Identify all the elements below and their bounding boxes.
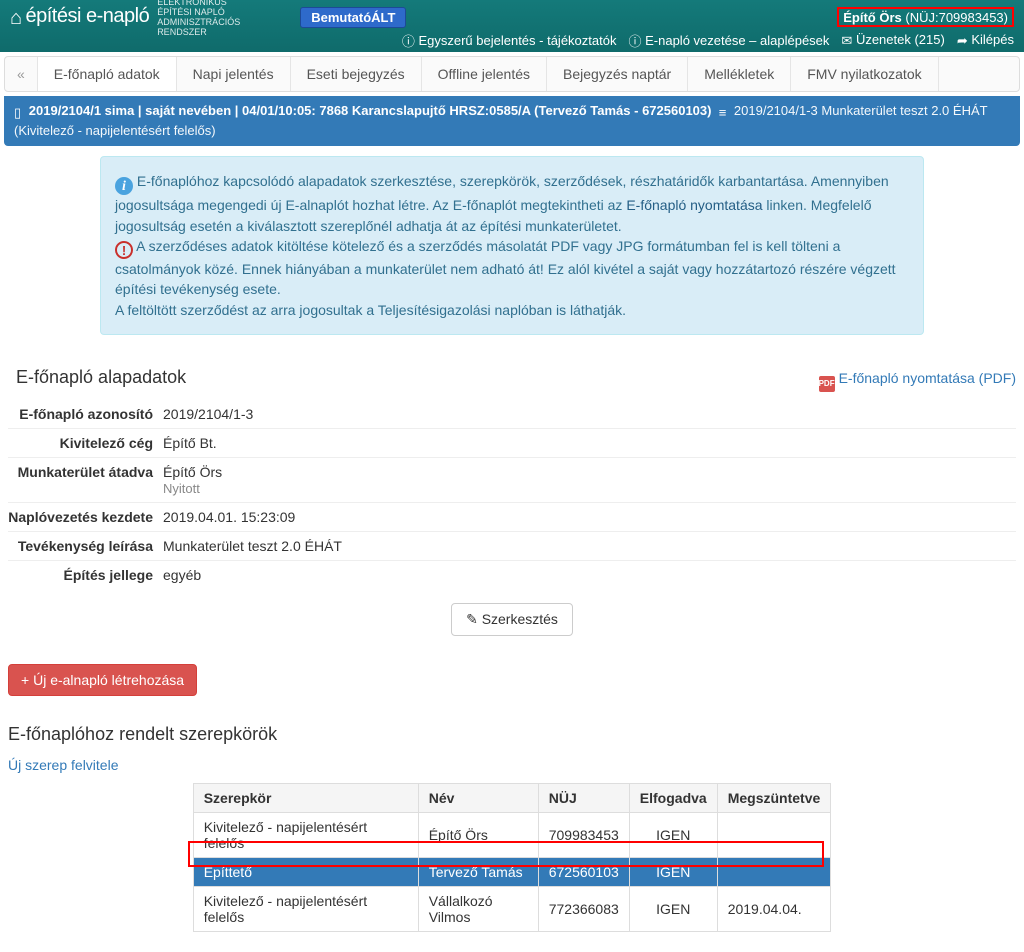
label-company: Kivitelező cég [8,435,163,451]
tab-fmv-declarations[interactable]: FMV nyilatkozatok [791,57,938,91]
info-icon: ⓘ [628,31,641,50]
plus-icon: + [21,672,29,688]
tab-main-data[interactable]: E-főnapló adatok [38,57,177,91]
mail-icon: ✉ [841,33,852,49]
tab-offline-report[interactable]: Offline jelentés [422,57,547,91]
col-role: Szerepkör [193,783,418,812]
tab-occasional-entry[interactable]: Eseti bejegyzés [291,57,422,91]
col-accepted: Elfogadva [629,783,717,812]
section-title-basedata: E-főnapló alapadatok [16,367,186,388]
label-site-handover: Munkaterület átadva [8,464,163,496]
value-log-start: 2019.04.01. 15:23:09 [163,509,1016,525]
value-activity: Munkaterület teszt 2.0 ÉHÁT [163,538,1016,554]
list-icon: ≡ [719,104,727,122]
link-messages[interactable]: ✉ Üzenetek (215) [841,32,944,49]
tab-attachments[interactable]: Mellékletek [688,57,791,91]
table-row-selected[interactable]: Építtető Tervező Tamás 672560103 IGEN [193,857,831,886]
value-build-type: egyéb [163,567,1016,583]
tab-daily-report[interactable]: Napi jelentés [177,57,291,91]
new-sublog-button[interactable]: + Új e-alnapló létrehozása [8,664,197,696]
col-name: Név [418,783,538,812]
base-data-table: E-főnapló azonosító 2019/2104/1-3 Kivite… [0,400,1024,589]
value-site-handover: Építő Örs Nyitott [163,464,1016,496]
info-icon: ⓘ [402,31,415,50]
info-panel: i E-főnaplóhoz kapcsolódó alapadatok sze… [100,156,924,334]
edit-button[interactable]: ✎ Szerkesztés [451,603,573,636]
value-company: Építő Bt. [163,435,1016,451]
table-row[interactable]: Kivitelező - napijelentésért felelős Vál… [193,886,831,931]
book-icon: ▯ [14,104,21,122]
info-icon: i [115,177,133,195]
current-user-box: Építő Örs (NÜJ:709983453) [837,7,1014,27]
app-logo: ⌂ építési e-napló [10,5,149,30]
link-add-role[interactable]: Új szerep felvitele [8,757,119,773]
link-print-pdf[interactable]: PDFE-főnapló nyomtatása (PDF) [819,370,1016,392]
logout-icon: ➦ [957,33,968,49]
col-nuj: NÜJ [538,783,629,812]
col-terminated: Megszüntetve [717,783,831,812]
label-log-start: Naplóvezetés kezdete [8,509,163,525]
breadcrumb: ▯ 2019/2104/1 sima | saját nevében | 04/… [4,96,1020,146]
link-guide[interactable]: ⓘ E-napló vezetése – alaplépések [628,31,829,50]
label-id: E-főnapló azonosító [8,406,163,422]
roles-table: Szerepkör Név NÜJ Elfogadva Megszüntetve… [193,783,832,932]
alert-icon: ! [115,241,133,259]
label-activity: Tevékenység leírása [8,538,163,554]
pdf-icon: PDF [819,376,835,392]
pencil-icon: ✎ [466,611,478,627]
value-id: 2019/2104/1-3 [163,406,1016,422]
table-row[interactable]: Kivitelező - napijelentésért felelős Épí… [193,812,831,857]
link-logout[interactable]: ➦ Kilépés [957,32,1014,49]
tab-entry-calendar[interactable]: Bejegyzés naptár [547,57,688,91]
link-print-inline[interactable]: E-főnapló nyomtatása [626,197,762,213]
label-build-type: Építés jellege [8,567,163,583]
demo-badge: BemutatóÁLT [300,7,406,28]
app-logo-subtitle: ELEKTRONIKUS ÉPÍTÉSI NAPLÓ ADMINISZTRÁCI… [157,0,240,37]
tab-bar: « E-főnapló adatok Napi jelentés Eseti b… [4,56,1020,92]
section-title-roles: E-főnaplóhoz rendelt szerepkörök [8,724,1016,745]
link-simple-report-info[interactable]: ⓘ Egyszerű bejelentés - tájékoztatók [402,31,617,50]
tab-back[interactable]: « [5,57,38,91]
